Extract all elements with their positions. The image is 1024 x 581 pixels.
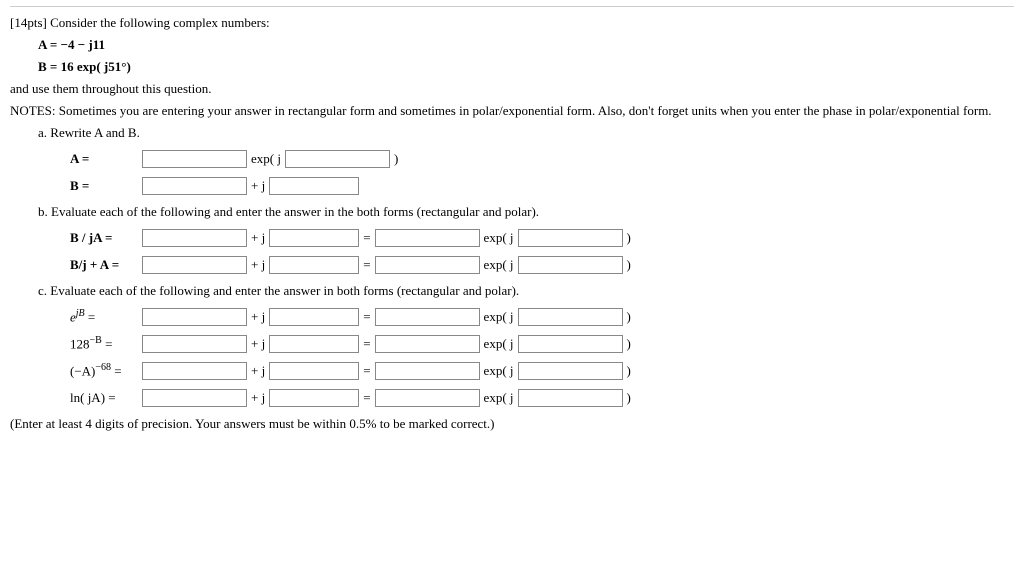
input-c1-phase[interactable] (518, 308, 623, 326)
problem-header: [14pts] Consider the following complex n… (10, 15, 1014, 31)
text-close-c4: ) (623, 390, 635, 406)
input-c3-imag[interactable] (269, 362, 359, 380)
input-b1-phase[interactable] (518, 229, 623, 247)
text-expj-b1: exp( j (480, 230, 518, 246)
text-eq-b1: = (359, 230, 374, 246)
label-c1: ejB = (70, 308, 142, 325)
label-c3-eq: = (111, 364, 122, 379)
top-divider (10, 6, 1014, 7)
input-b1-imag[interactable] (269, 229, 359, 247)
input-c2-mag[interactable] (375, 335, 480, 353)
text-eq-b2: = (359, 257, 374, 273)
text-plusj-c4: + j (247, 390, 269, 406)
text-close-b2: ) (623, 257, 635, 273)
def-a: A = −4 − j11 (38, 37, 1014, 53)
input-c3-real[interactable] (142, 362, 247, 380)
text-expj-c3: exp( j (480, 363, 518, 379)
text-plusj-c2: + j (247, 336, 269, 352)
text-expj-c1: exp( j (480, 309, 518, 325)
text-plusj-b1: + j (247, 230, 269, 246)
use-line: and use them throughout this question. (10, 81, 1014, 97)
input-c1-real[interactable] (142, 308, 247, 326)
def-a-value: −4 − j11 (61, 37, 105, 52)
label-c3-pre: (−A) (70, 364, 95, 379)
text-close-a: ) (390, 151, 402, 167)
label-c2-sup: −B (90, 335, 102, 346)
def-b-value: 16 exp( j51°) (61, 59, 131, 74)
input-b1-real[interactable] (142, 229, 247, 247)
label-c3-sup: −68 (95, 362, 111, 373)
footer-note: (Enter at least 4 digits of precision. Y… (10, 416, 1014, 432)
input-c2-imag[interactable] (269, 335, 359, 353)
def-b: B = 16 exp( j51°) (38, 59, 1014, 75)
label-c1-sup: jB (76, 308, 85, 319)
notes-text: Sometimes you are entering your answer i… (56, 103, 992, 118)
input-c3-phase[interactable] (518, 362, 623, 380)
text-close-c2: ) (623, 336, 635, 352)
input-b2-phase[interactable] (518, 256, 623, 274)
part-a-title: a. Rewrite A and B. (38, 125, 1014, 141)
label-c1-eq: = (85, 310, 96, 325)
input-c4-mag[interactable] (375, 389, 480, 407)
text-plusj-c3: + j (247, 363, 269, 379)
text-eq-c3: = (359, 363, 374, 379)
input-c3-mag[interactable] (375, 362, 480, 380)
text-plusj-b: + j (247, 178, 269, 194)
input-c4-real[interactable] (142, 389, 247, 407)
row-c4: ln( jA) = + j = exp( j ) (70, 389, 1014, 407)
label-c4: ln( jA) = (70, 390, 142, 406)
text-plusj-c1: + j (247, 309, 269, 325)
label-b-eq: B = (70, 178, 142, 194)
input-b2-imag[interactable] (269, 256, 359, 274)
row-c3: (−A)−68 = + j = exp( j ) (70, 362, 1014, 380)
text-plusj-b2: + j (247, 257, 269, 273)
part-b-title: b. Evaluate each of the following and en… (38, 204, 1014, 220)
row-a-polar: A = exp( j ) (70, 150, 1014, 168)
label-a-eq: A = (70, 151, 142, 167)
text-close-b1: ) (623, 230, 635, 246)
label-c2-pre: 128 (70, 337, 90, 352)
label-c3: (−A)−68 = (70, 362, 142, 379)
input-b2-mag[interactable] (375, 256, 480, 274)
label-b2: B/j + A = (70, 257, 142, 273)
input-b2-real[interactable] (142, 256, 247, 274)
row-b2: B/j + A = + j = exp( j ) (70, 256, 1014, 274)
input-a-phase[interactable] (285, 150, 390, 168)
input-c2-phase[interactable] (518, 335, 623, 353)
part-c-title: c. Evaluate each of the following and en… (38, 283, 1014, 299)
points-tag: [14pts] (10, 15, 47, 30)
row-c1: ejB = + j = exp( j ) (70, 308, 1014, 326)
input-b-real[interactable] (142, 177, 247, 195)
text-expj-c4: exp( j (480, 390, 518, 406)
notes-line: NOTES: Sometimes you are entering your a… (10, 103, 1014, 119)
input-c1-imag[interactable] (269, 308, 359, 326)
input-b-imag[interactable] (269, 177, 359, 195)
input-c4-phase[interactable] (518, 389, 623, 407)
def-b-label: B = (38, 59, 61, 74)
text-expj-c2: exp( j (480, 336, 518, 352)
intro-text: Consider the following complex numbers: (50, 15, 270, 30)
text-eq-c2: = (359, 336, 374, 352)
label-c2: 128−B = (70, 335, 142, 352)
input-c2-real[interactable] (142, 335, 247, 353)
notes-label: NOTES: (10, 103, 56, 118)
text-close-c1: ) (623, 309, 635, 325)
text-eq-c4: = (359, 390, 374, 406)
text-close-c3: ) (623, 363, 635, 379)
def-a-label: A = (38, 37, 61, 52)
row-b1: B / jA = + j = exp( j ) (70, 229, 1014, 247)
row-b-rect: B = + j (70, 177, 1014, 195)
text-expj-a: exp( j (247, 151, 285, 167)
input-c4-imag[interactable] (269, 389, 359, 407)
label-c2-eq: = (102, 337, 113, 352)
label-b1: B / jA = (70, 230, 142, 246)
input-c1-mag[interactable] (375, 308, 480, 326)
input-a-mag[interactable] (142, 150, 247, 168)
text-expj-b2: exp( j (480, 257, 518, 273)
text-eq-c1: = (359, 309, 374, 325)
row-c2: 128−B = + j = exp( j ) (70, 335, 1014, 353)
input-b1-mag[interactable] (375, 229, 480, 247)
